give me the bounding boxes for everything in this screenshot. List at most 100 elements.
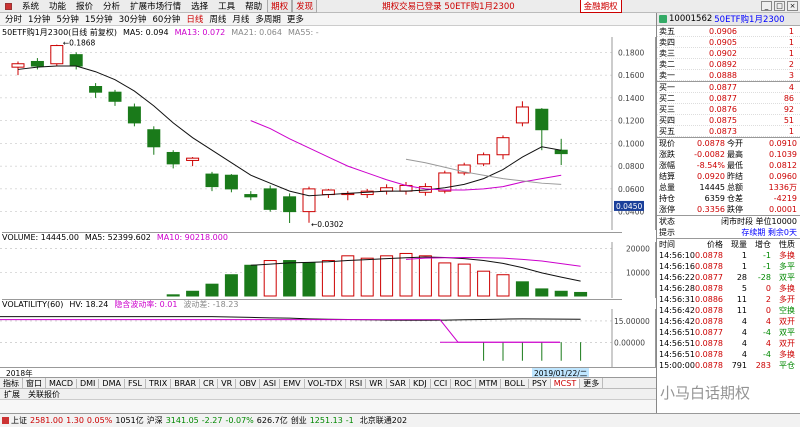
period-multi[interactable]: 多周期 [252,13,284,25]
period-day[interactable]: 日线 [183,13,206,25]
volume-bar [554,290,568,297]
indicator-tab-0[interactable]: 指标 [0,377,23,389]
candle-body [11,63,25,68]
kline-axis-label: 0.1800 [618,48,644,57]
kline-chart[interactable]: 0.1800 0.1600 0.1400 0.1200 0.1000 0.0800 0.06… [0,37,656,230]
indicator-tab-3[interactable]: DMI [77,378,100,388]
kline-panel[interactable]: 0.1800 0.1600 0.1400 0.1200 0.1000 0.0800 0.06… [0,37,656,230]
indicator-tab-11[interactable]: ASI [260,378,281,388]
stat-row: 现价 0.0878 今开 0.0910 [657,138,800,149]
indicator-tab-21[interactable]: BOLL [501,378,529,388]
restore-icon[interactable]: □ [774,1,785,11]
bid-price: 0.0877 [709,93,737,103]
tab-related-quote[interactable]: 关联报价 [24,389,64,400]
status-cy-name[interactable]: 创业 [291,415,307,426]
tab-options[interactable]: 期权 [267,0,293,13]
indicator-tab-19[interactable]: ROC [451,378,476,388]
status-hs-name[interactable]: 沪深 [147,415,163,426]
volatility-panel[interactable]: 15.00000 0.00000 [0,309,656,367]
kline-axis-label: 0.0600 [618,185,644,194]
period-60min[interactable]: 60分钟 [150,13,184,25]
bid-label: 买二 [659,93,675,103]
indicator-tab-12[interactable]: EMV [280,378,305,388]
indicator-tab-24[interactable]: 更多 [580,377,604,389]
indicator-tab-7[interactable]: BRAR [171,378,201,388]
indicator-tab-1[interactable]: 窗口 [23,377,46,389]
tick-p: 0.0878 [695,361,723,370]
menu-item-help[interactable]: 帮助 [240,0,267,12]
kline-title: 50ETF购1月2300(日线 前复权) [2,27,117,37]
indicator-tab-15[interactable]: WR [366,378,387,388]
tick-z: 0 [765,284,771,293]
volume-chart[interactable]: 20000 10000 [0,242,656,298]
tick-p: 0.0878 [695,350,723,359]
volatility-chart[interactable]: 15.00000 0.00000 [0,309,656,367]
tick-t: 14:56:31 [659,295,695,304]
quote-header: 10001562 50ETF购1月2300 [657,13,800,26]
period-5min[interactable]: 5分钟 [53,13,81,25]
indicator-tab-20[interactable]: MTM [476,378,502,388]
indicator-tab-10[interactable]: OBV [236,378,261,388]
bid-label: 买三 [659,104,675,114]
tick-v: 791 [731,361,747,370]
tick-n: 平仓 [779,361,795,370]
quote-panel: 10001562 50ETF购1月2300 卖五 0.0906 1 卖四 0.0905 1… [656,13,800,413]
period-15min[interactable]: 15分钟 [82,13,116,25]
stat-label: 涨跌 [659,150,675,159]
indicator-tab-8[interactable]: CR [200,378,219,388]
indicator-tab-22[interactable]: PSY [529,378,551,388]
indicator-tab-17[interactable]: KDJ [410,378,431,388]
period-week[interactable]: 周线 [206,13,229,25]
close-icon[interactable]: × [787,1,798,11]
menu-item-function[interactable]: 功能 [44,0,71,12]
bid-row: 买一 0.0877 4 [657,82,800,93]
stat-label-2: 总额 [727,183,743,192]
period-month[interactable]: 月线 [229,13,252,25]
menu-item-analysis[interactable]: 分析 [98,0,125,12]
volume-axis-label: 20000 [626,245,650,254]
tab-extend[interactable]: 扩展 [0,389,24,400]
menu-item-tools[interactable]: 工具 [213,0,240,12]
indicator-tab-9[interactable]: VR [218,378,237,388]
volatility-info: VOLATILITY(60) HV: 18.24 隐含波动率: 0.01 波动差… [2,299,622,309]
bid-volume: 4 [788,82,794,92]
period-toolbar: 分时 1分钟 5分钟 15分钟 30分钟 60分钟 日线 周线 月线 多周期 更… [0,13,656,26]
indicator-tab-23[interactable]: MCST [550,378,581,388]
candle-body [283,196,297,213]
stat-row: 涨幅 -8.54% 最低 0.0812 [657,160,800,171]
sub-tabs: 扩展 关联报价 [0,388,656,399]
menu-item-quote[interactable]: 报价 [71,0,98,12]
menu-item-ext-market[interactable]: 扩展市场行情 [125,0,186,12]
kline-axis-label: 0.1400 [618,94,644,103]
indicator-tab-6[interactable]: TRIX [146,378,172,388]
indicator-tab-4[interactable]: DMA [99,378,125,388]
menu-item-system[interactable]: 系统 [17,0,44,12]
tick-v: 11 [736,295,747,304]
tick-v: 4 [741,339,747,348]
tick-row: 14:56:51 0.0878 4 4 双开 [657,338,800,349]
period-more[interactable]: 更多 [284,13,307,25]
tab-discover[interactable]: 发现 [292,0,318,13]
ask-volume: 1 [788,48,794,58]
period-1min[interactable]: 1分钟 [25,13,53,25]
tick-t: 15:00:00 [659,361,695,370]
tick-t: 14:56:51 [659,339,695,348]
minimize-icon[interactable]: _ [761,1,772,11]
tick-z: -1 [763,251,771,260]
status-sh-name[interactable]: 上证 [11,415,27,426]
date-axis: 2018年 2019/01/22/二 [0,367,656,379]
candle-body [496,137,510,156]
indicator-tab-18[interactable]: CCI [431,378,452,388]
period-minute[interactable]: 分时 [2,13,25,25]
tick-z: 4 [765,317,771,326]
indicator-tab-2[interactable]: MACD [46,378,77,388]
volume-panel[interactable]: 20000 10000 [0,242,656,298]
indicator-tab-13[interactable]: VOL-TDX [305,378,347,388]
kline-ma21: MA21: 0.064 [231,27,282,37]
indicator-tab-16[interactable]: SAR [387,378,410,388]
indicator-tab-14[interactable]: RSI [346,378,367,388]
ask-label: 卖四 [659,37,675,47]
menu-item-select[interactable]: 选择 [186,0,213,12]
indicator-tab-5[interactable]: FSL [125,378,146,388]
period-30min[interactable]: 30分钟 [116,13,150,25]
